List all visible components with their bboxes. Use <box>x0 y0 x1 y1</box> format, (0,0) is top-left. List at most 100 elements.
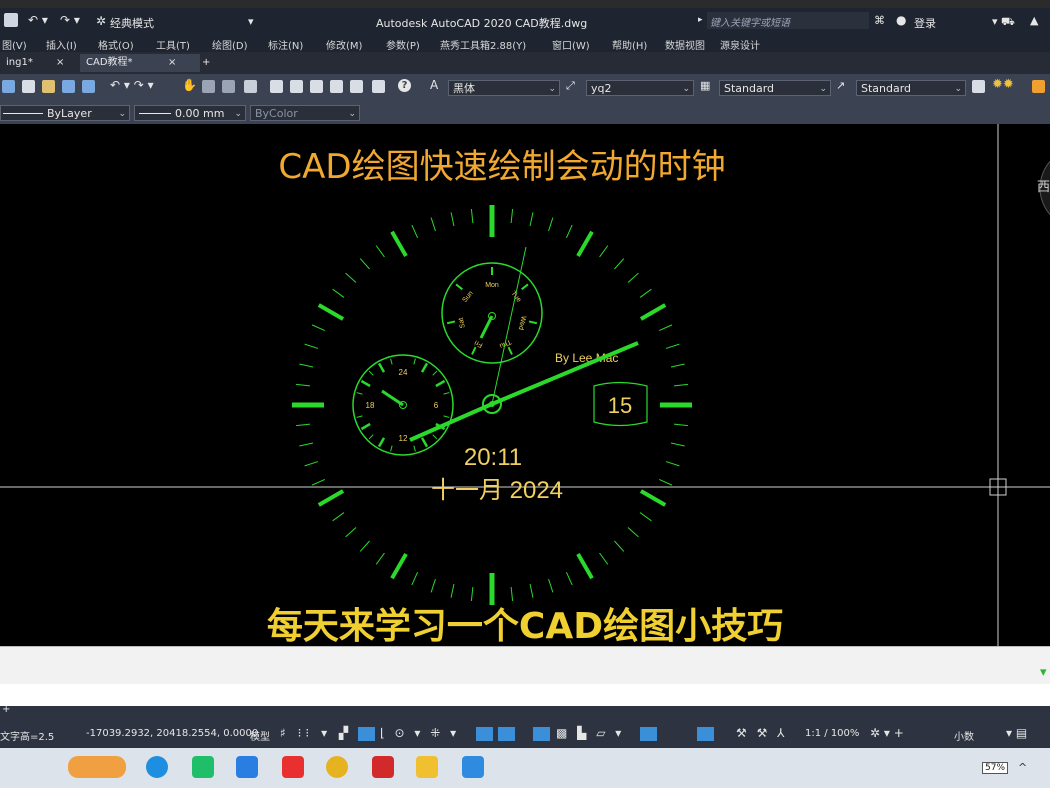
osnap-toggle[interactable] <box>476 727 493 741</box>
markup-icon[interactable] <box>350 80 363 93</box>
insert-icon[interactable] <box>82 80 95 93</box>
undo-toolbar-icon[interactable]: ↶ ▾ ↷ ▾ <box>110 78 154 92</box>
font-select[interactable]: 黑体 ⌄ <box>448 80 560 96</box>
zoom-realtime-icon[interactable] <box>202 80 215 93</box>
menu-item-yanxiu[interactable]: 燕秀工具箱2.88(Y) <box>440 37 526 52</box>
help-icon[interactable]: ? <box>398 79 411 92</box>
scale-readout[interactable]: 1:1 / 100% <box>805 728 859 739</box>
green-marker-icon: ▾ <box>1040 665 1047 680</box>
tray-chevron-icon[interactable]: ^ <box>1018 761 1027 774</box>
workspace-selector[interactable]: 经典模式 ▾ ₌ <box>110 15 260 41</box>
menu-item-yuanquan[interactable]: 源泉设计 <box>720 37 760 52</box>
subdial-24h-tick <box>413 445 416 452</box>
binoculars-icon[interactable]: ⌘ <box>874 14 885 27</box>
add-layout-icon[interactable]: + <box>2 704 10 715</box>
menu-item-draw[interactable]: 绘图(D) <box>212 37 248 52</box>
zoom-window-icon[interactable] <box>222 80 235 93</box>
help-triangle-icon[interactable]: ▲ <box>1030 14 1038 27</box>
copy-icon[interactable] <box>22 80 35 93</box>
close-icon[interactable]: × <box>168 54 176 72</box>
design-center-icon[interactable] <box>290 80 303 93</box>
drawing-canvas[interactable]: 24 6 12 18 MonTueWedThuFriSatSun By Lee … <box>0 124 1050 646</box>
lineweight-select[interactable]: 0.00 mm ⌄ <box>134 105 246 121</box>
sun-icon[interactable]: ✹✹ <box>992 77 1014 92</box>
file-explorer-icon[interactable] <box>416 756 438 778</box>
annotation-scale-icons[interactable]: ⚒ ⚒ ⅄ <box>736 726 787 740</box>
wps-icon[interactable] <box>282 756 304 778</box>
menu-item-insert[interactable]: 插入(I) <box>46 37 77 52</box>
menu-item-format[interactable]: 格式(O) <box>98 37 134 52</box>
model-space-button[interactable]: 模型 <box>250 728 270 743</box>
paste-icon[interactable] <box>42 80 55 93</box>
minute-tick <box>599 245 609 258</box>
block-icon[interactable] <box>62 80 75 93</box>
menu-item-modify[interactable]: 修改(M) <box>326 37 362 52</box>
sheet-set-icon[interactable] <box>330 80 343 93</box>
menu-item-view[interactable]: 图(V) <box>2 37 27 52</box>
pan-icon[interactable]: ✋ <box>182 78 197 92</box>
dim-style-select[interactable]: Standard ⌄ <box>719 80 831 96</box>
battery-indicator[interactable]: 57% <box>982 762 1009 774</box>
table-style-select[interactable]: Standard ⌄ <box>856 80 966 96</box>
command-input[interactable] <box>0 684 1050 706</box>
grid-snap-icons[interactable]: ♯ ⁝⁝ ▾ ▞ <box>280 726 352 740</box>
units-select[interactable]: 小数 <box>954 728 974 743</box>
lw-icons[interactable]: ▩ ▙ ▱ ▾ <box>556 726 624 740</box>
subdial-24h-tick <box>377 362 386 373</box>
tab-cad-tutorial[interactable]: CAD教程* × <box>80 54 200 72</box>
workspace-gear-icon[interactable]: ✲ ▾ + <box>870 726 904 740</box>
minute-tick <box>548 578 554 593</box>
hour-tick <box>390 230 408 258</box>
redo-icon[interactable]: ↷ ▾ <box>60 13 80 27</box>
minute-tick <box>614 540 625 552</box>
cloud-icon[interactable] <box>462 756 484 778</box>
menu-item-tools[interactable]: 工具(T) <box>156 37 190 52</box>
minute-tick <box>345 272 357 283</box>
dim-style-icon: ⤢ <box>566 79 575 92</box>
save-icon[interactable] <box>4 13 18 27</box>
title-bar: ↶ ▾ ↷ ▾ ✲ 经典模式 ▾ ₌ Autodesk AutoCAD 2020… <box>0 8 1050 41</box>
tab-drawing1[interactable]: ing1* × <box>0 54 88 72</box>
menu-item-dimension[interactable]: 标注(N) <box>268 37 303 52</box>
otrack-toggle[interactable] <box>498 727 515 741</box>
cart-icon[interactable]: ▾ ⛟ <box>992 15 1015 30</box>
text-style-select[interactable]: yq2 ⌄ <box>586 80 694 96</box>
calculator-icon[interactable] <box>372 80 385 93</box>
close-icon[interactable]: × <box>56 54 64 72</box>
linetype-select[interactable]: ByLayer ⌄ <box>0 105 130 121</box>
cartoon-app-icon[interactable] <box>68 756 126 778</box>
annotation-monitor-toggle[interactable] <box>697 727 714 741</box>
polar-icons[interactable]: ⌊ ⊙ ▾ ⁜ ▾ <box>380 726 459 740</box>
menu-item-help[interactable]: 帮助(H) <box>612 37 647 52</box>
coordinates-readout[interactable]: -17039.2932, 20418.2554, 0.0000 <box>86 728 258 739</box>
chrome-icon[interactable] <box>326 756 348 778</box>
subdial-24h-tick <box>413 358 416 365</box>
undo-icon[interactable]: ↶ ▾ <box>28 13 48 27</box>
gear-icon[interactable]: ✲ <box>96 14 106 28</box>
login-link[interactable]: 登录 <box>914 15 936 31</box>
zoom-previous-icon[interactable] <box>244 80 257 93</box>
selection-cycle-toggle[interactable] <box>640 727 657 741</box>
ortho-toggle[interactable] <box>358 727 375 741</box>
autocad-icon[interactable] <box>372 756 394 778</box>
dyn-toggle[interactable] <box>533 727 550 741</box>
properties-icon[interactable] <box>270 80 283 93</box>
menu-item-parametric[interactable]: 参数(P) <box>386 37 420 52</box>
minute-tick <box>450 583 455 598</box>
plotstyle-select[interactable]: ByColor ⌄ <box>250 105 360 121</box>
match-properties-icon[interactable] <box>2 80 15 93</box>
text-style-value: yq2 <box>591 82 612 95</box>
menu-item-dataview[interactable]: 数据视图 <box>665 37 705 52</box>
menu-item-window[interactable]: 窗口(W) <box>552 37 590 52</box>
new-tab-button[interactable]: + <box>196 54 222 72</box>
feishu-icon[interactable] <box>236 756 258 778</box>
layer-icon[interactable] <box>972 80 985 93</box>
user-icon[interactable]: ● <box>896 13 906 27</box>
text-style-icon[interactable]: A <box>430 78 438 92</box>
customize-icon[interactable]: ▾ ▤ <box>1006 726 1027 740</box>
messages-icon[interactable] <box>192 756 214 778</box>
edge-icon[interactable] <box>146 756 168 778</box>
layer-state-icon[interactable] <box>1032 80 1045 93</box>
tool-palette-icon[interactable] <box>310 80 323 93</box>
search-input[interactable]: 键入关键字或短语 <box>707 12 869 29</box>
